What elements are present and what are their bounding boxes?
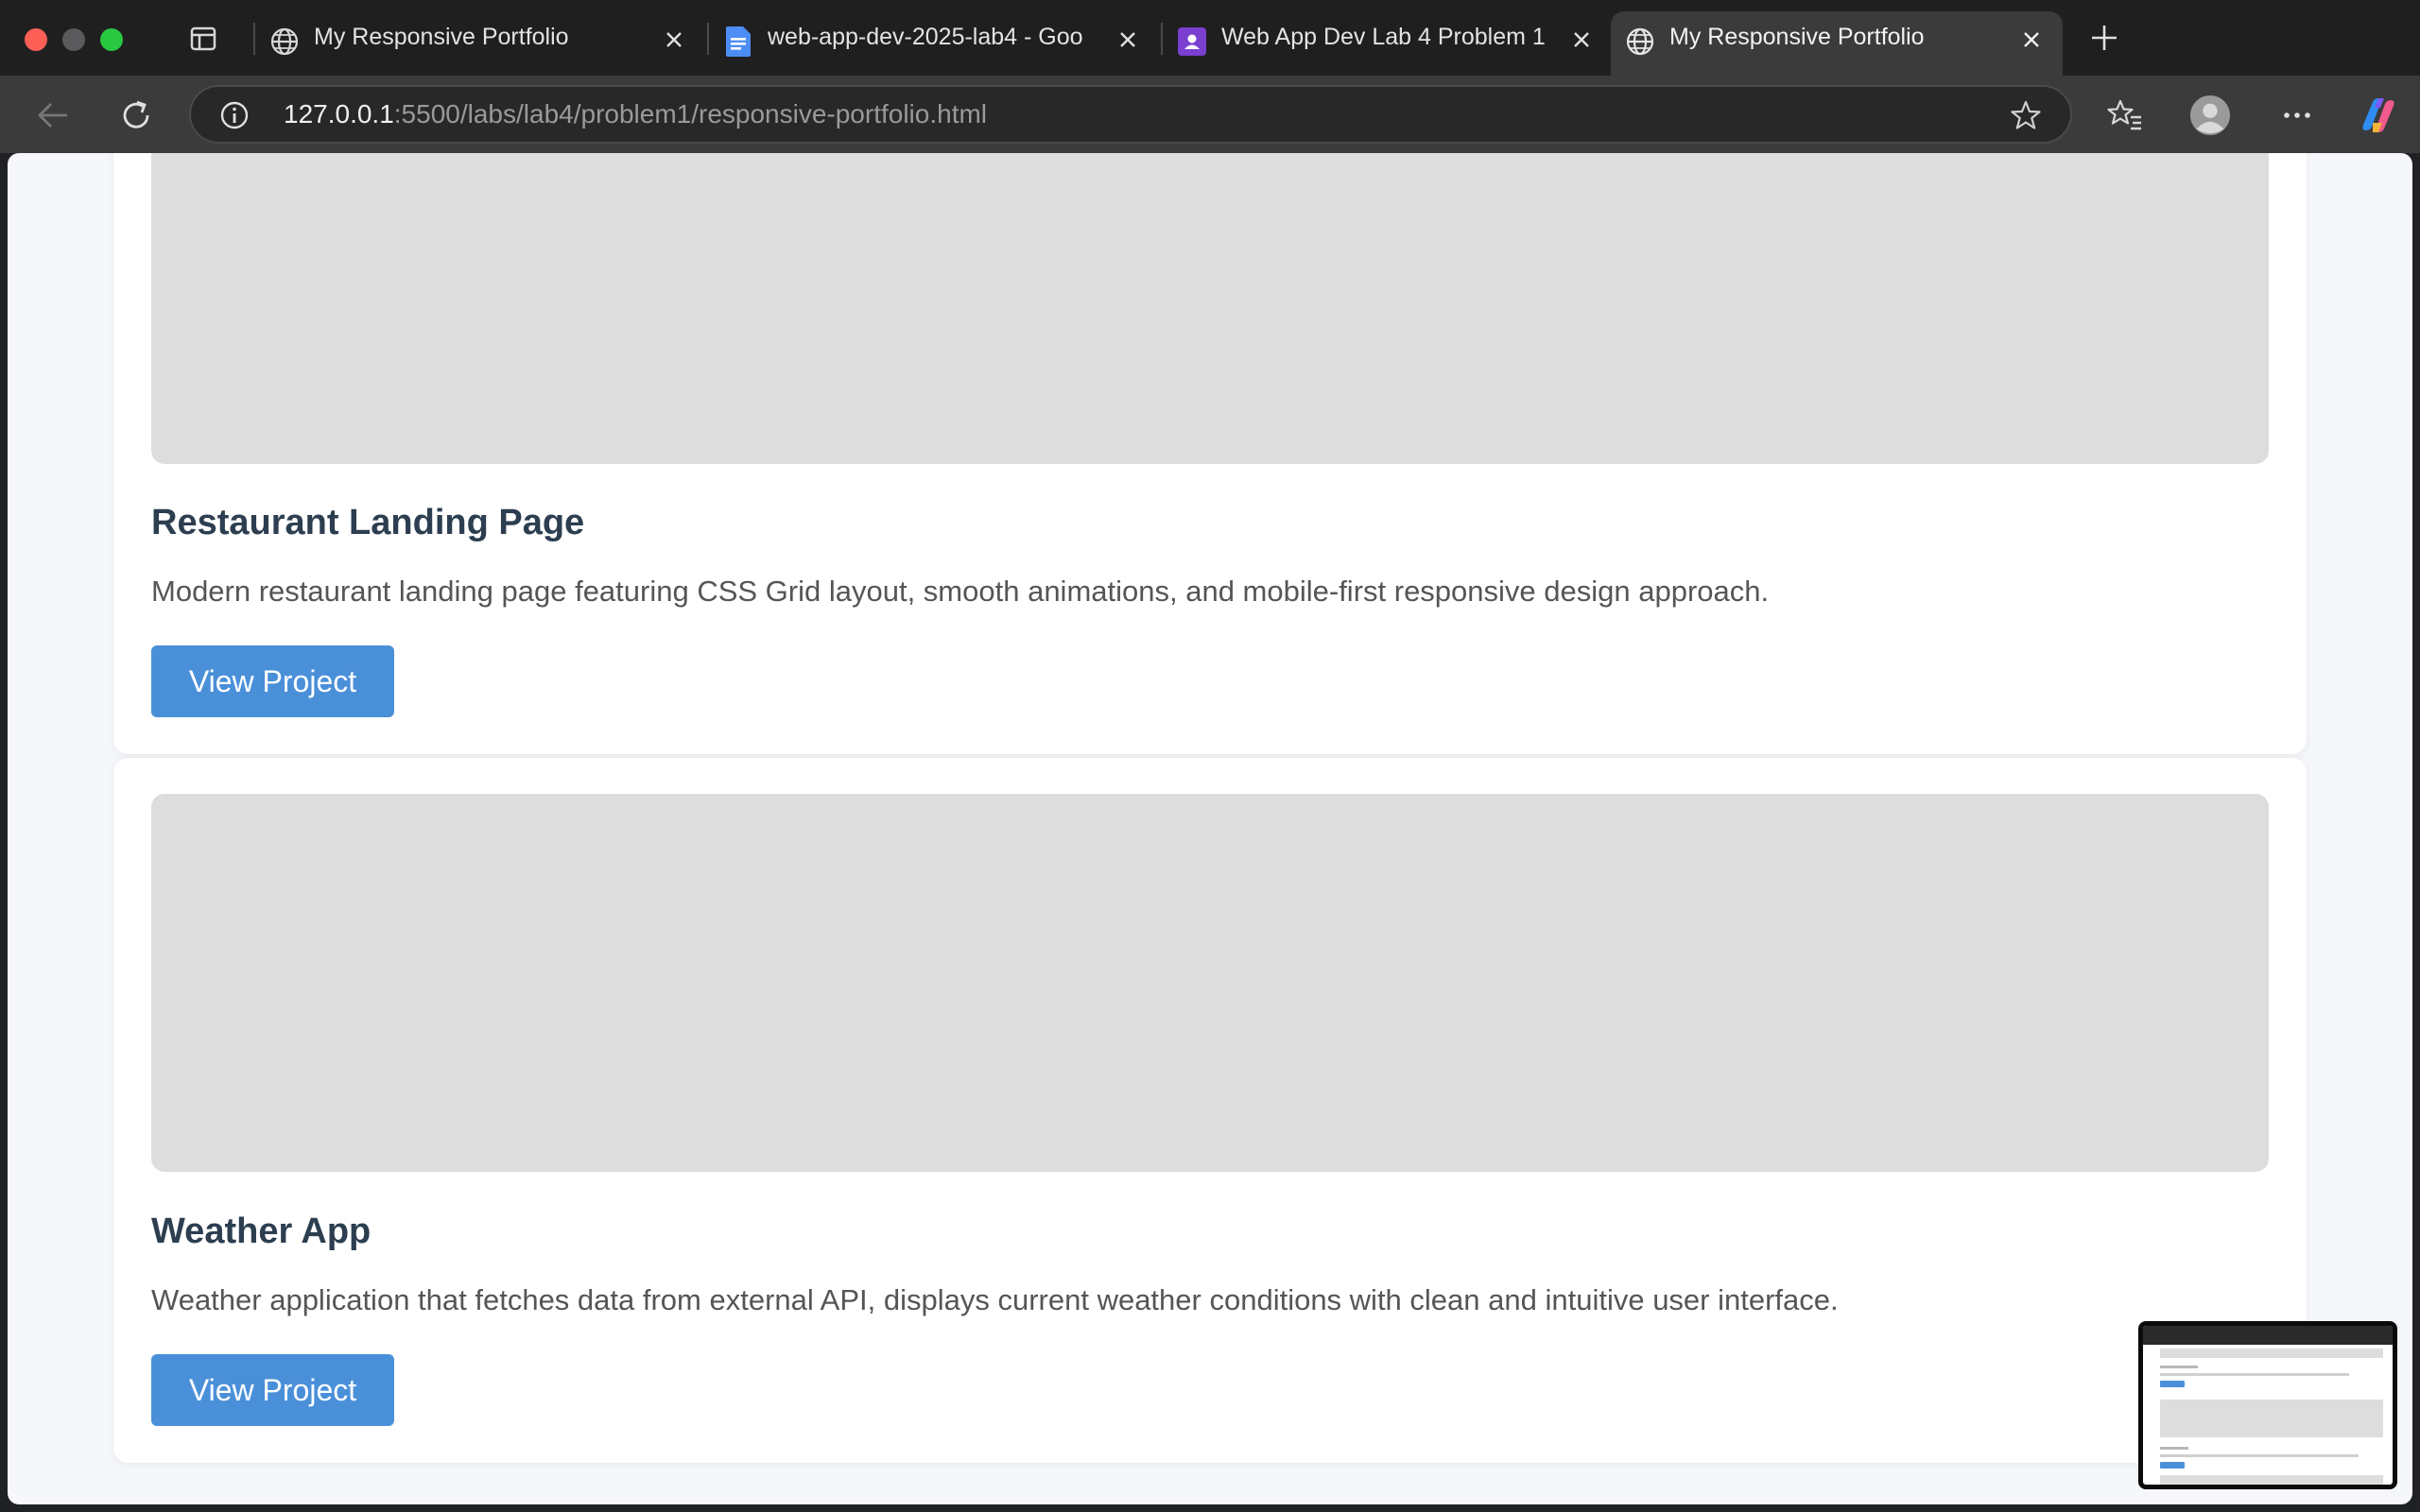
preview-text-line <box>2160 1454 2359 1457</box>
address-bar[interactable]: 127.0.0.1:5500/labs/lab4/problem1/respon… <box>189 85 2072 144</box>
more-options-icon <box>2284 112 2310 118</box>
preview-text-line <box>2160 1373 2349 1376</box>
project-card: Weather App Weather application that fet… <box>113 758 2307 1463</box>
project-title: Restaurant Landing Page <box>151 503 585 542</box>
close-tab-icon[interactable] <box>2017 26 2046 54</box>
project-title: Weather App <box>151 1211 372 1251</box>
site-info-icon[interactable] <box>219 100 250 130</box>
avatar <box>2189 94 2231 136</box>
preview-text-line <box>2160 1447 2188 1450</box>
project-image-placeholder <box>151 153 2269 464</box>
google-docs-icon <box>722 26 754 58</box>
preview-browser-bar <box>2143 1326 2393 1345</box>
project-card: Restaurant Landing Page Modern restauran… <box>113 153 2307 754</box>
project-description: Modern restaurant landing page featuring… <box>151 575 1770 608</box>
close-tab-icon[interactable] <box>1114 26 1142 54</box>
classroom-icon <box>1176 26 1208 58</box>
preview-text-line <box>2160 1366 2198 1368</box>
tab-actions-icon[interactable] <box>187 23 219 55</box>
preview-image-block <box>2160 1400 2383 1437</box>
close-tab-icon[interactable] <box>1567 26 1596 54</box>
url-path: :5500/labs/lab4/problem1/responsive-port… <box>393 99 988 129</box>
copilot-button[interactable] <box>2358 94 2399 136</box>
back-arrow-icon <box>38 103 67 128</box>
copilot-icon <box>2362 98 2394 132</box>
tab-strip: My Responsive Portfolio web-app-dev-2025… <box>0 0 2420 76</box>
tab-title: My Responsive Portfolio <box>314 24 569 50</box>
close-window-button[interactable] <box>25 28 47 51</box>
globe-icon <box>1624 26 1656 58</box>
preview-button <box>2160 1462 2185 1469</box>
reload-icon <box>123 100 149 129</box>
favorites-icon <box>2107 99 2141 130</box>
tab-title: Web App Dev Lab 4 Problem 1 <box>1221 24 1546 50</box>
url-host: 127.0.0.1 <box>284 99 394 129</box>
new-tab-button[interactable] <box>2085 19 2123 57</box>
tab-portfolio-1[interactable]: My Responsive Portfolio <box>255 11 705 76</box>
page-viewport[interactable]: Restaurant Landing Page Modern restauran… <box>8 153 2412 1504</box>
project-image-placeholder <box>151 794 2269 1172</box>
tab-portfolio-active[interactable]: My Responsive Portfolio <box>1611 11 2063 76</box>
globe-icon <box>268 26 301 58</box>
reload-button[interactable] <box>115 94 157 136</box>
tab-title: web-app-dev-2025-lab4 - Goo <box>768 24 1083 50</box>
preview-image-block <box>2160 1475 2383 1485</box>
screenshot-preview-thumbnail[interactable] <box>2138 1321 2397 1489</box>
settings-menu-button[interactable] <box>2276 94 2318 136</box>
view-project-button[interactable]: View Project <box>151 1354 394 1426</box>
preview-image-block <box>2160 1349 2383 1358</box>
tab-title: My Responsive Portfolio <box>1669 24 1925 50</box>
profile-button[interactable] <box>2189 94 2231 136</box>
tab-classroom[interactable]: Web App Dev Lab 4 Problem 1 <box>1163 11 1613 76</box>
tab-google-doc[interactable]: web-app-dev-2025-lab4 - Goo <box>709 11 1159 76</box>
project-description: Weather application that fetches data fr… <box>151 1283 1839 1316</box>
minimize-window-button[interactable] <box>62 28 85 51</box>
maximize-window-button[interactable] <box>100 28 123 51</box>
url-text[interactable]: 127.0.0.1:5500/labs/lab4/problem1/respon… <box>284 87 987 142</box>
bookmark-star-icon[interactable] <box>2010 99 2042 131</box>
favorites-button[interactable] <box>2104 94 2146 136</box>
preview-button <box>2160 1381 2185 1387</box>
close-tab-icon[interactable] <box>660 26 688 54</box>
back-button[interactable] <box>32 94 74 136</box>
plus-icon <box>2092 26 2117 50</box>
view-project-button[interactable]: View Project <box>151 645 394 717</box>
browser-toolbar: 127.0.0.1:5500/labs/lab4/problem1/respon… <box>0 76 2420 153</box>
